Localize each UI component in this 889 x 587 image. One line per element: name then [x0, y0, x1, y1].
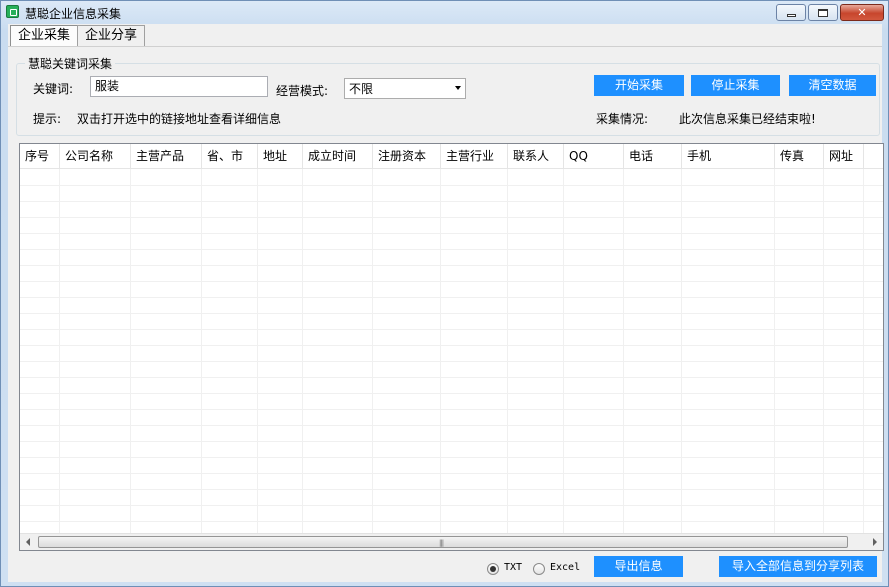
column-header[interactable]: QQ	[564, 144, 624, 169]
minimize-button[interactable]	[776, 4, 806, 21]
grid-row-line	[20, 473, 883, 474]
grid-column-line	[440, 169, 441, 534]
import-all-to-share-button[interactable]: 导入全部信息到分享列表	[719, 556, 877, 577]
column-header[interactable]: 电话	[624, 144, 682, 169]
horizontal-scrollbar[interactable]: |||	[20, 533, 883, 550]
column-header[interactable]: 传真	[775, 144, 824, 169]
tab-divider	[8, 46, 882, 47]
keyword-label: 关键词:	[33, 82, 74, 96]
grid-row-line	[20, 457, 883, 458]
maximize-button[interactable]	[808, 4, 838, 21]
start-collect-button[interactable]: 开始采集	[594, 75, 684, 96]
grid-column-line	[623, 169, 624, 534]
grip-icon: |||	[439, 539, 444, 547]
grid-row-line	[20, 217, 883, 218]
tab-enterprise-share[interactable]: 企业分享	[77, 25, 146, 46]
grid-row-line	[20, 393, 883, 394]
results-table[interactable]: 序号 公司名称 主营产品 省、市 地址 成立时间 注册资本 主营行业 联系人 QQ 电话 手机 传真 网址…	[19, 143, 884, 551]
column-header[interactable]: 省、市	[202, 144, 258, 169]
maximize-icon	[818, 8, 828, 17]
grid-row-line	[20, 489, 883, 490]
keyword-input[interactable]: 服装	[90, 76, 268, 97]
bottom-bar: TXT Excel 导出信息 导入全部信息到分享列表	[8, 552, 882, 582]
tab-strip: 企业采集 企业分享	[10, 25, 146, 47]
grid-column-line	[563, 169, 564, 534]
grid-row-line	[20, 265, 883, 266]
status-text: 此次信息采集已经结束啦!	[679, 112, 816, 126]
grid-column-line	[201, 169, 202, 534]
status-label: 采集情况:	[596, 112, 649, 126]
column-header[interactable]: 地址	[258, 144, 303, 169]
app-window: 慧聪企业信息采集 ✕ 企业采集 企业分享 慧聪关键词采集 关键词: 服装 经营模…	[0, 0, 889, 587]
grid-column-line	[863, 169, 864, 534]
clear-data-button[interactable]: 清空数据	[789, 75, 876, 96]
radio-txt[interactable]	[487, 563, 499, 575]
minimize-icon	[786, 14, 796, 17]
grid-column-line	[507, 169, 508, 534]
grid-column-line	[774, 169, 775, 534]
chevron-down-icon	[455, 86, 461, 90]
grid-row-line	[20, 313, 883, 314]
hint-text: 双击打开选中的链接地址查看详细信息	[77, 112, 282, 126]
grid-column-line	[130, 169, 131, 534]
window-controls: ✕	[776, 4, 884, 21]
hint-label: 提示:	[33, 112, 62, 126]
grid-row-line	[20, 441, 883, 442]
radio-excel[interactable]	[533, 563, 545, 575]
export-button[interactable]: 导出信息	[594, 556, 683, 577]
close-button[interactable]: ✕	[840, 4, 884, 21]
grid-row-line	[20, 329, 883, 330]
column-header[interactable]: 注册资本	[373, 144, 441, 169]
tab-enterprise-collect[interactable]: 企业采集	[10, 25, 79, 47]
grid-column-line	[257, 169, 258, 534]
grid-column-line	[823, 169, 824, 534]
column-header[interactable]: 联系人	[508, 144, 564, 169]
grid-row-line	[20, 185, 883, 186]
grid-column-line	[59, 169, 60, 534]
scrollbar-thumb[interactable]: |||	[38, 536, 848, 548]
grid-row-line	[20, 297, 883, 298]
column-header[interactable]: 主营行业	[441, 144, 508, 169]
grid-row-line	[20, 345, 883, 346]
column-header[interactable]: 成立时间	[303, 144, 373, 169]
grid-row-line	[20, 281, 883, 282]
title-bar[interactable]: 慧聪企业信息采集 ✕	[1, 1, 888, 23]
grid-row-line	[20, 361, 883, 362]
app-icon	[6, 5, 19, 18]
mode-label: 经营模式:	[276, 84, 329, 98]
grid-column-line	[302, 169, 303, 534]
radio-txt-label: TXT	[504, 562, 523, 573]
grid-column-line	[681, 169, 682, 534]
grid-row-line	[20, 505, 883, 506]
grid-row-line	[20, 409, 883, 410]
grid-row-line	[20, 201, 883, 202]
table-body[interactable]	[20, 169, 883, 534]
column-header[interactable]: 序号	[20, 144, 60, 169]
table-header: 序号 公司名称 主营产品 省、市 地址 成立时间 注册资本 主营行业 联系人 QQ 电话 手机 传真 网址	[20, 144, 883, 169]
grid-row-line	[20, 233, 883, 234]
stop-collect-button[interactable]: 停止采集	[691, 75, 780, 96]
column-header[interactable]: 手机	[682, 144, 775, 169]
mode-select-value: 不限	[349, 82, 374, 96]
mode-select[interactable]: 不限	[344, 78, 466, 99]
radio-excel-label: Excel	[550, 562, 581, 573]
column-header[interactable]: 公司名称	[60, 144, 131, 169]
grid-row-line	[20, 425, 883, 426]
close-icon: ✕	[857, 6, 867, 19]
grid-row-line	[20, 521, 883, 522]
column-header[interactable]: 网址	[824, 144, 864, 169]
scroll-left-icon[interactable]	[26, 538, 30, 546]
grid-column-line	[372, 169, 373, 534]
window-title: 慧聪企业信息采集	[25, 7, 122, 21]
column-header[interactable]: 主营产品	[131, 144, 202, 169]
group-legend: 慧聪关键词采集	[25, 55, 116, 72]
grid-row-line	[20, 377, 883, 378]
grid-row-line	[20, 249, 883, 250]
scroll-right-icon[interactable]	[873, 538, 877, 546]
client-area: 企业采集 企业分享 慧聪关键词采集 关键词: 服装 经营模式: 不限 开始采集 …	[8, 24, 884, 582]
